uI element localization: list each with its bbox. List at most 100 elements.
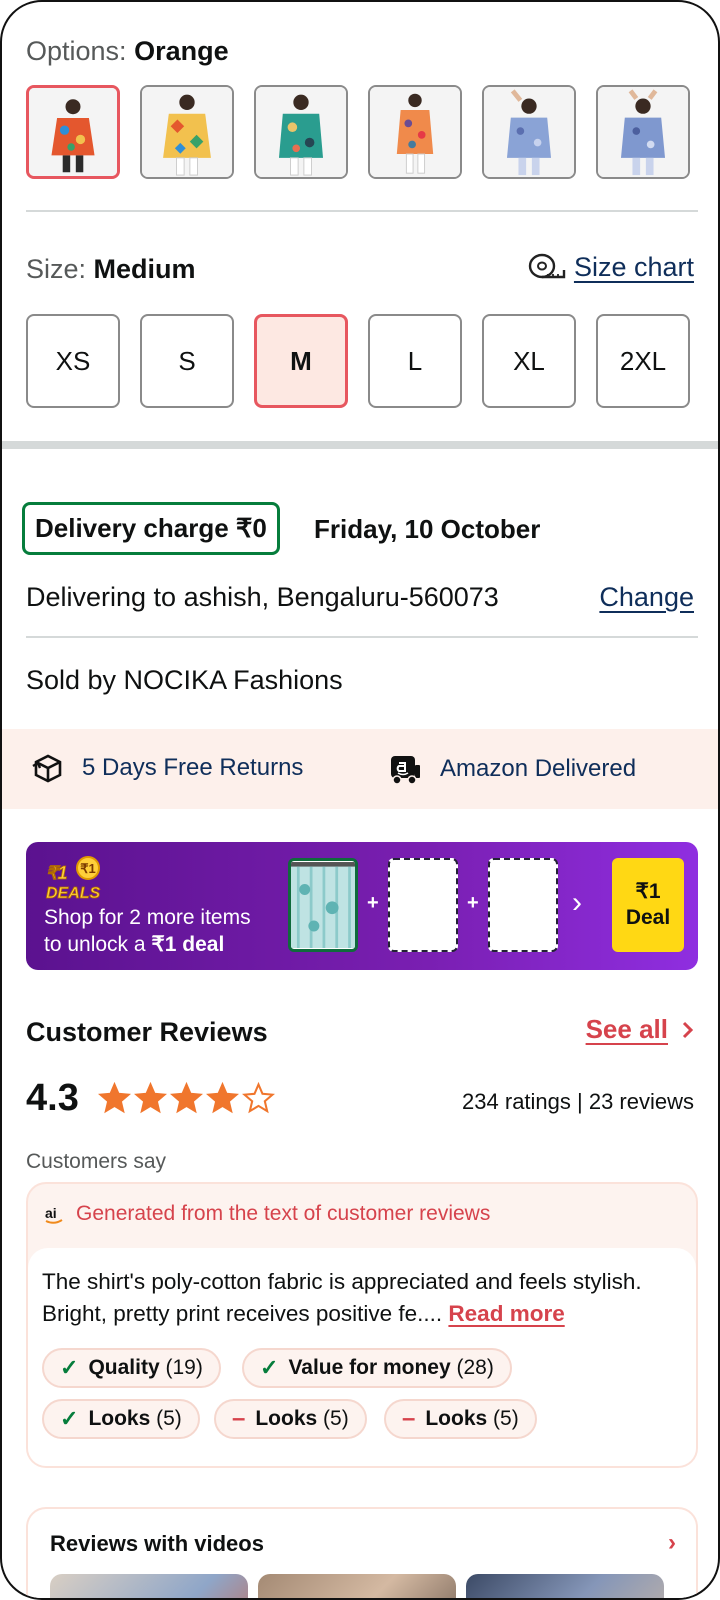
chevron-right-icon xyxy=(682,1021,694,1038)
product-image xyxy=(484,87,574,177)
ai-review-summary-card: ai Generated from the text of customer r… xyxy=(26,1182,698,1468)
chip-count: (5) xyxy=(493,1407,519,1430)
ai-summary-label: Generated from the text of customer revi… xyxy=(76,1202,491,1225)
product-image xyxy=(29,88,117,176)
chip-name: Value for money xyxy=(288,1356,451,1379)
checkmark-icon: ✓ xyxy=(260,1355,279,1380)
ai-summary-body: The shirt's poly-cotton fabric is apprec… xyxy=(28,1248,696,1466)
review-aspect-chip[interactable]: – Looks (5) xyxy=(384,1399,537,1439)
change-address-link[interactable]: Change xyxy=(599,582,694,613)
star-filled-icon xyxy=(170,1082,203,1114)
deal-message-prefix: to unlock a xyxy=(44,933,152,956)
size-option-l[interactable]: L xyxy=(368,314,462,408)
delivery-date: Friday, 10 October xyxy=(314,514,541,544)
chip-label: Looks (5) xyxy=(88,1407,181,1431)
chip-name: Quality xyxy=(88,1356,160,1379)
deal-slot-filled[interactable] xyxy=(288,858,358,952)
one-rupee-deal-button[interactable]: ₹1 Deal xyxy=(612,858,684,952)
size-selected-value: Medium xyxy=(93,254,196,284)
average-rating: 4.3 xyxy=(26,1077,79,1119)
size-option-2xl[interactable]: 2XL xyxy=(596,314,690,408)
read-more-link[interactable]: Read more xyxy=(448,1301,564,1326)
size-chart-label: Size chart xyxy=(573,252,694,282)
color-swatch-orange[interactable] xyxy=(26,85,120,179)
review-aspect-chip[interactable]: – Looks (5) xyxy=(214,1399,367,1439)
reviews-with-videos-card[interactable]: Reviews with videos › xyxy=(26,1507,698,1598)
section-divider xyxy=(26,210,698,212)
chip-label: Value for money (28) xyxy=(288,1356,493,1380)
delivery-address: Delivering to ashish, Bengaluru-560073 xyxy=(26,582,499,612)
delivered-perk[interactable]: Amazon Delivered xyxy=(388,753,636,785)
ai-summary-text: The shirt's poly-cotton fabric is apprec… xyxy=(42,1266,682,1330)
chip-name: Looks xyxy=(425,1407,488,1430)
video-thumbnail[interactable] xyxy=(50,1574,248,1598)
returns-perk-label: 5 Days Free Returns xyxy=(82,754,304,781)
color-swatch-6[interactable] xyxy=(596,85,690,179)
deals-logo-rupee: ₹1 xyxy=(46,863,67,883)
reviews-with-videos-heading: Reviews with videos xyxy=(50,1531,264,1556)
size-option-xl[interactable]: XL xyxy=(482,314,576,408)
size-chart-link[interactable]: Size chart xyxy=(528,252,694,283)
video-thumbnail[interactable] xyxy=(258,1574,456,1598)
rating-count: 234 ratings | 23 reviews xyxy=(462,1089,694,1114)
chip-count: (19) xyxy=(165,1356,203,1379)
deal-message-bold: ₹1 deal xyxy=(151,933,225,956)
product-image xyxy=(370,87,460,177)
see-all-label: See all xyxy=(585,1014,668,1044)
star-filled-icon xyxy=(206,1082,239,1114)
color-swatch-4[interactable] xyxy=(368,85,462,179)
deal-slot-empty[interactable] xyxy=(388,858,458,952)
curtain-product-image xyxy=(291,862,355,948)
seller-info[interactable]: Sold by NOCIKA Fashions xyxy=(26,665,343,696)
size-options: XS S M L XL 2XL xyxy=(26,314,690,408)
minus-icon: – xyxy=(232,1405,246,1432)
box-return-icon xyxy=(32,754,62,783)
color-swatch-row xyxy=(26,85,690,179)
size-label-prefix: Size: xyxy=(26,254,94,284)
customers-say-label: Customers say xyxy=(26,1150,167,1173)
chip-name: Looks xyxy=(88,1407,151,1430)
color-swatch-5[interactable] xyxy=(482,85,576,179)
review-aspect-chip[interactable]: ✓ Looks (5) xyxy=(42,1399,200,1439)
chip-name: Looks xyxy=(255,1407,318,1430)
delivered-perk-label: Amazon Delivered xyxy=(440,755,637,782)
size-option-s[interactable]: S xyxy=(140,314,234,408)
deal-cta-price: ₹1 xyxy=(635,880,661,903)
color-swatch-3[interactable] xyxy=(254,85,348,179)
customer-reviews-heading: Customer Reviews xyxy=(26,1017,268,1047)
options-selected-value: Orange xyxy=(134,36,229,66)
deal-message-line1: Shop for 2 more items xyxy=(44,906,251,929)
video-thumbnail[interactable] xyxy=(466,1574,664,1598)
deal-slot-empty[interactable] xyxy=(488,858,558,952)
chip-count: (5) xyxy=(156,1407,182,1430)
review-aspect-chip[interactable]: ✓ Quality (19) xyxy=(42,1348,221,1388)
section-divider xyxy=(26,636,698,638)
color-swatch-2[interactable] xyxy=(140,85,234,179)
plus-sign: + xyxy=(367,892,379,914)
product-image xyxy=(598,87,688,177)
deal-message: Shop for 2 more items to unlock a ₹1 dea… xyxy=(44,904,251,958)
ai-sparkle-icon: ai xyxy=(45,1205,63,1224)
chevron-right-icon: › xyxy=(572,886,582,919)
size-label: Size: Medium xyxy=(26,254,196,285)
deals-logo: ₹1 ₹1 DEALS xyxy=(46,856,101,902)
checkmark-icon: ✓ xyxy=(60,1406,79,1431)
see-all-reviews-link[interactable]: See all xyxy=(586,1014,694,1045)
star-rating xyxy=(98,1082,275,1115)
size-option-m[interactable]: M xyxy=(254,314,348,408)
delivery-charge-badge: Delivery charge ₹0 xyxy=(22,502,280,555)
perks-strip: 5 Days Free Returns Amazon Delivered xyxy=(2,729,718,809)
ai-logo-text: ai xyxy=(45,1205,57,1221)
one-rupee-deal-banner[interactable]: ₹1 ₹1 DEALS Shop for 2 more items to unl… xyxy=(26,842,698,970)
section-separator xyxy=(2,441,718,449)
size-option-xs[interactable]: XS xyxy=(26,314,120,408)
phone-frame: Options: Orange Size: Medium Size chart … xyxy=(0,0,720,1600)
star-empty-icon xyxy=(242,1082,275,1114)
chip-label: Looks (5) xyxy=(255,1407,348,1431)
star-filled-icon xyxy=(98,1082,131,1114)
returns-perk[interactable]: 5 Days Free Returns xyxy=(32,753,303,783)
product-image xyxy=(256,87,346,177)
review-aspect-chip[interactable]: ✓ Value for money (28) xyxy=(242,1348,512,1388)
product-image xyxy=(142,87,232,177)
star-filled-icon xyxy=(134,1082,167,1114)
